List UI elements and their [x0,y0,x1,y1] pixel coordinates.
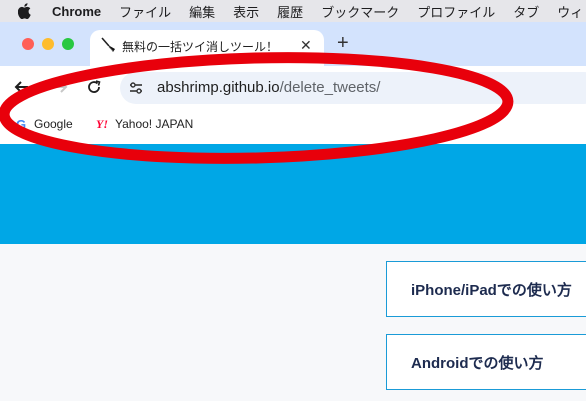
broom-favicon-icon [100,37,116,53]
bookmark-yahoo-japan[interactable]: Y! Yahoo! JAPAN [95,116,194,132]
bookmark-label: Yahoo! JAPAN [115,117,194,131]
zoom-window-button[interactable] [62,38,74,50]
url-text[interactable]: abshrimp.github.io/delete_tweets/ [157,79,380,96]
site-settings-icon[interactable] [128,80,144,96]
url-host: abshrimp.github.io [157,79,280,96]
url-path: /delete_tweets/ [279,79,381,96]
yahoo-y-icon: Y! [96,116,108,131]
browser-toolbar: abshrimp.github.io/delete_tweets/ [0,66,586,110]
page-header-banner [0,144,586,244]
macos-menu-bar: Chrome ファイル 編集 表示 履歴 ブックマーク プロファイル タブ ウィ [0,0,586,22]
minimize-window-button[interactable] [42,38,54,50]
bookmarks-bar: G Google Y! Yahoo! JAPAN [0,110,586,144]
android-guide-label: Androidでの使い方 [411,355,544,372]
iphone-guide-label: iPhone/iPadでの使い方 [411,282,572,299]
iphone-guide-button[interactable]: iPhone/iPadでの使い方 [386,261,586,317]
menu-bookmarks[interactable]: ブックマーク [321,2,399,21]
bookmark-google[interactable]: G Google [14,116,73,132]
address-bar[interactable]: abshrimp.github.io/delete_tweets/ [120,72,586,104]
back-arrow-icon[interactable] [12,77,32,97]
menu-file[interactable]: ファイル [119,2,171,21]
menu-tab[interactable]: タブ [513,2,539,21]
reload-icon[interactable] [84,77,104,97]
apple-logo-icon[interactable] [18,3,32,19]
menu-view[interactable]: 表示 [233,2,259,21]
close-window-button[interactable] [22,38,34,50]
tab-close-icon[interactable]: ✕ [300,37,312,54]
android-guide-button[interactable]: Androidでの使い方 [386,334,586,390]
tab-strip: 無料の一括ツイ消しツール！ ✕ + [0,22,586,66]
menu-profile[interactable]: プロファイル [417,2,495,21]
bookmark-label: Google [34,117,73,131]
menu-history[interactable]: 履歴 [277,2,303,21]
new-tab-button[interactable]: + [337,32,349,55]
forward-arrow-icon[interactable] [50,77,70,97]
active-tab[interactable]: 無料の一括ツイ消しツール！ ✕ [90,30,324,66]
menu-app-name[interactable]: Chrome [52,4,101,19]
tab-title: 無料の一括ツイ消しツール！ [122,40,279,54]
menu-edit[interactable]: 編集 [189,2,215,21]
menu-window[interactable]: ウィ [557,2,583,21]
google-g-icon: G [15,116,27,132]
